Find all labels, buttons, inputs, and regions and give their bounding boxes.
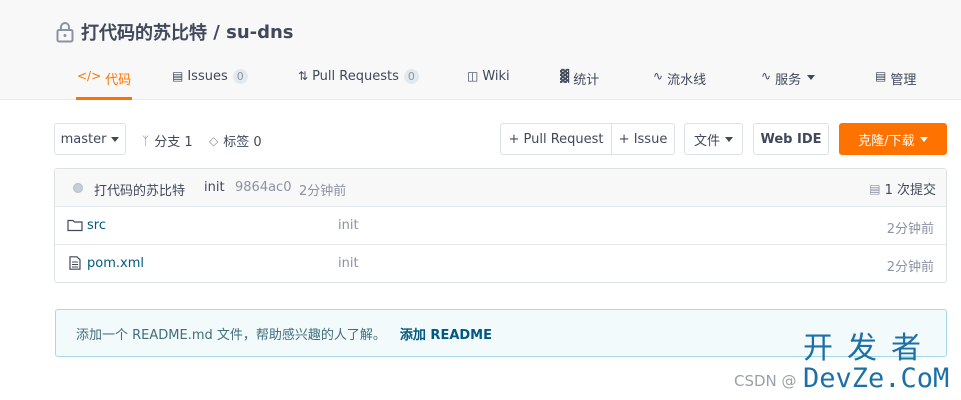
commit-author[interactable]: 打代码的苏比特 bbox=[94, 180, 185, 199]
tab-wiki-label: Wiki bbox=[482, 69, 510, 84]
repo-toolbar: master ᛉ 分支 1 ◇ 标签 0 + Pull Request + Is… bbox=[54, 123, 947, 156]
tab-pipeline[interactable]: ∿ 流水线 bbox=[653, 58, 706, 100]
tags-label: 标签 0 bbox=[223, 135, 262, 150]
repo-owner[interactable]: 打代码的苏比特 bbox=[81, 19, 207, 45]
file-browser: 打代码的苏比特 init 9864ac0 2分钟前 ▤ 1 次提交 src in… bbox=[54, 168, 947, 283]
pull-request-icon: ⇅ bbox=[298, 69, 309, 83]
clone-download-button[interactable]: 克隆/下载 bbox=[839, 123, 947, 155]
repo-separator: / bbox=[207, 21, 227, 43]
branches-link[interactable]: ᛉ 分支 1 bbox=[142, 131, 193, 151]
file-name[interactable]: src bbox=[87, 218, 106, 233]
pulls-count-badge: 0 bbox=[403, 69, 419, 84]
tab-issues-label: Issues bbox=[187, 69, 228, 84]
tab-stats[interactable]: ▓ 统计 bbox=[560, 58, 599, 100]
bar-chart-icon: ▓ bbox=[560, 69, 570, 83]
book-icon: ◫ bbox=[467, 69, 479, 83]
web-ide-button[interactable]: Web IDE bbox=[753, 123, 829, 155]
file-commit-time: 2分钟前 bbox=[886, 260, 934, 275]
new-issue-button[interactable]: + Issue bbox=[611, 124, 674, 154]
lock-icon bbox=[56, 22, 74, 43]
tags-link[interactable]: ◇ 标签 0 bbox=[209, 131, 262, 151]
csdn-watermark: CSDN @ bbox=[734, 372, 797, 390]
repo-name[interactable]: su-dns bbox=[226, 22, 293, 43]
create-button-group: + Pull Request + Issue bbox=[500, 123, 675, 155]
file-commit-message[interactable]: init bbox=[338, 218, 359, 233]
tab-code-label: 代码 bbox=[105, 73, 132, 88]
tab-services[interactable]: ∿ 服务 bbox=[761, 58, 816, 100]
commit-count-link[interactable]: ▤ 1 次提交 bbox=[869, 179, 936, 199]
file-commit-time: 2分钟前 bbox=[886, 222, 934, 237]
tab-manage[interactable]: ▤ 管理 bbox=[875, 58, 916, 100]
branch-select-label: master bbox=[60, 131, 107, 147]
repo-header: 打代码的苏比特 / su-dns </> 代码 ▤ Issues 0 ⇅ Pul… bbox=[0, 0, 961, 100]
chevron-down-icon bbox=[725, 136, 733, 142]
add-readme-link[interactable]: 添加 README bbox=[400, 324, 492, 343]
branches-label: 分支 1 bbox=[154, 135, 193, 150]
chevron-down-icon bbox=[111, 136, 120, 142]
commit-count-label: 1 次提交 bbox=[884, 183, 936, 198]
tag-icon: ◇ bbox=[209, 133, 219, 148]
commit-list-icon: ▤ bbox=[869, 181, 881, 196]
avatar[interactable] bbox=[73, 183, 83, 193]
new-pull-request-button[interactable]: + Pull Request bbox=[501, 124, 611, 154]
file-menu-label: 文件 bbox=[693, 133, 720, 149]
file-name[interactable]: pom.xml bbox=[87, 256, 144, 271]
chevron-down-icon bbox=[919, 136, 928, 142]
file-icon bbox=[69, 256, 81, 270]
folder-icon bbox=[67, 219, 83, 232]
settings-doc-icon: ▤ bbox=[875, 69, 887, 83]
tab-pull-requests[interactable]: ⇅ Pull Requests 0 bbox=[298, 58, 419, 100]
table-row[interactable]: src init 2分钟前 bbox=[55, 207, 946, 245]
tab-stats-label: 统计 bbox=[573, 73, 600, 88]
pipeline-icon: ∿ bbox=[653, 69, 664, 83]
table-row[interactable]: pom.xml init 2分钟前 bbox=[55, 245, 946, 283]
commit-sha[interactable]: 9864ac0 bbox=[235, 180, 291, 195]
file-menu-button[interactable]: 文件 bbox=[684, 123, 743, 155]
tab-wiki[interactable]: ◫ Wiki bbox=[467, 58, 510, 100]
logo-bottom-text: DevZe.CoM bbox=[803, 363, 950, 394]
repo-title: 打代码的苏比特 / su-dns bbox=[55, 19, 294, 45]
tab-issues[interactable]: ▤ Issues 0 bbox=[172, 58, 248, 100]
pulse-icon: ∿ bbox=[761, 69, 772, 83]
devze-logo-watermark: 开发者 DevZe.CoM bbox=[803, 333, 953, 395]
code-icon: </> bbox=[77, 69, 102, 83]
clone-download-label: 克隆/下载 bbox=[858, 133, 915, 149]
issues-icon: ▤ bbox=[172, 69, 184, 83]
chevron-down-icon bbox=[807, 75, 816, 80]
repo-nav: </> 代码 ▤ Issues 0 ⇅ Pull Requests 0 ◫ Wi… bbox=[55, 58, 961, 100]
commit-time: 2分钟前 bbox=[299, 184, 347, 199]
file-commit-message[interactable]: init bbox=[338, 256, 359, 271]
tab-pull-requests-label: Pull Requests bbox=[312, 69, 399, 84]
tab-code[interactable]: </> 代码 bbox=[75, 58, 133, 100]
latest-commit-bar: 打代码的苏比特 init 9864ac0 2分钟前 ▤ 1 次提交 bbox=[55, 169, 946, 207]
readme-prompt: 添加一个 README.md 文件，帮助感兴趣的人了解。 bbox=[76, 327, 386, 343]
tab-services-label: 服务 bbox=[775, 73, 802, 88]
tab-manage-label: 管理 bbox=[890, 73, 917, 88]
logo-top-text: 开发者 bbox=[803, 331, 935, 366]
commit-message[interactable]: init bbox=[204, 180, 225, 195]
branch-icon: ᛉ bbox=[142, 133, 150, 148]
tab-pipeline-label: 流水线 bbox=[667, 73, 707, 88]
issues-count-badge: 0 bbox=[232, 69, 248, 84]
branch-select[interactable]: master bbox=[54, 123, 126, 155]
